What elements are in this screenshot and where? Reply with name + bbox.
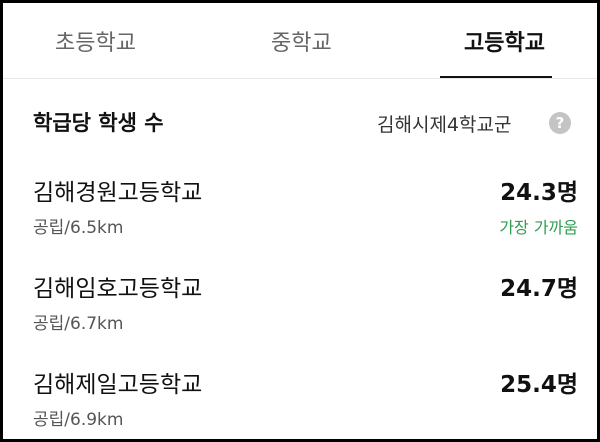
school-meta: 공립/6.9km: [33, 410, 124, 430]
help-icon[interactable]: ?: [549, 112, 571, 134]
students-per-class: 24.7명: [500, 276, 578, 302]
school-row[interactable]: 김해임호고등학교 공립/6.7km 24.7명: [3, 269, 597, 359]
active-tab-indicator: [440, 76, 552, 78]
school-meta: 공립/6.7km: [33, 314, 124, 334]
school-name: 김해임호고등학교: [33, 276, 203, 302]
school-name: 김해제일고등학교: [33, 372, 203, 398]
students-per-class: 24.3명: [500, 180, 578, 206]
school-row[interactable]: 김해경원고등학교 공립/6.5km 24.3명 가장 가까움: [3, 173, 597, 263]
section-title: 학급당 학생 수: [33, 111, 164, 135]
school-panel: 초등학교 중학교 고등학교 학급당 학생 수 김해시제4학교군 ? 김해경원고등…: [0, 0, 600, 442]
school-name: 김해경원고등학교: [33, 180, 203, 206]
tab-middle[interactable]: 중학교: [271, 25, 332, 57]
school-meta: 공립/6.5km: [33, 218, 124, 238]
students-per-class: 25.4명: [500, 372, 578, 398]
school-row[interactable]: 김해제일고등학교 공립/6.9km 25.4명: [3, 365, 597, 439]
school-level-tabs: 초등학교 중학교 고등학교: [3, 3, 597, 79]
tab-elementary[interactable]: 초등학교: [55, 25, 136, 57]
school-district-label: 김해시제4학교군: [377, 114, 512, 136]
tab-high[interactable]: 고등학교: [464, 25, 545, 57]
nearest-badge: 가장 가까움: [499, 218, 578, 237]
